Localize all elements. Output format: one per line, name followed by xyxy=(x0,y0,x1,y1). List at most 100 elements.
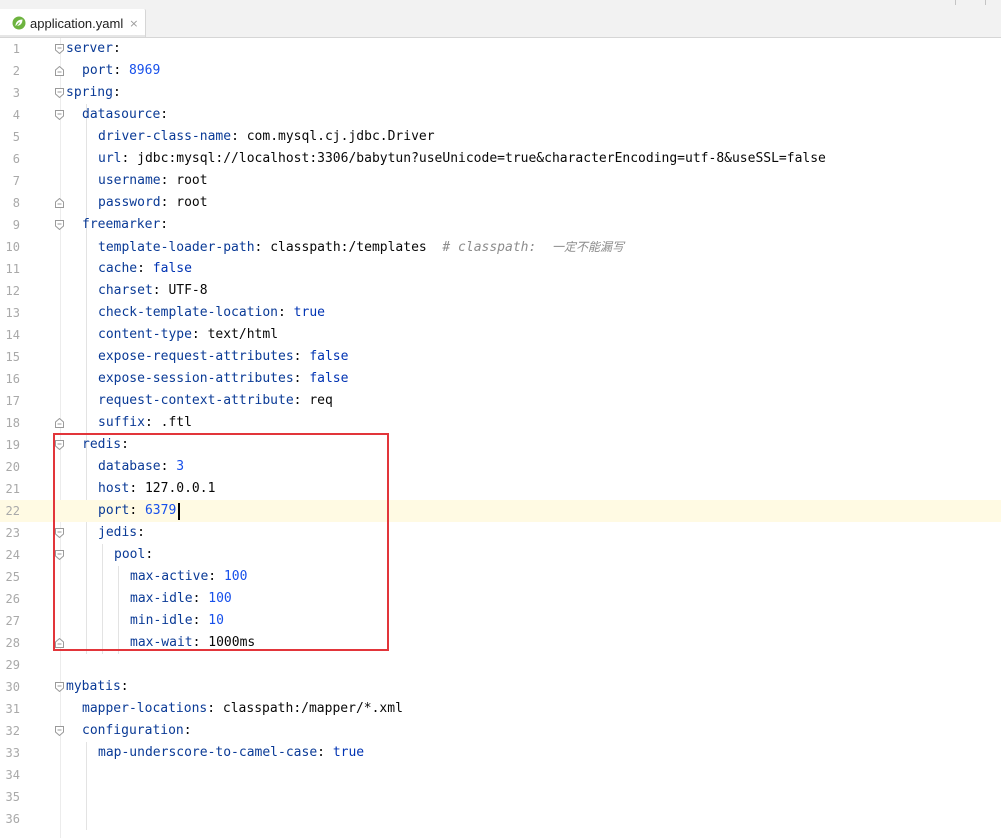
token-k: spring xyxy=(66,85,113,100)
token-num: 8969 xyxy=(128,63,161,78)
code-line[interactable]: 17 request-context-attribute: req xyxy=(0,390,1001,412)
token-p: : xyxy=(317,745,333,760)
code-line[interactable]: 12 charset: UTF-8 xyxy=(0,280,1001,302)
fold-open-icon[interactable] xyxy=(55,220,64,230)
code-text: check-template-location: true xyxy=(98,302,325,324)
code-text: map-underscore-to-camel-case: true xyxy=(98,742,364,764)
code-text: password: root xyxy=(98,192,208,214)
code-text: datasource: xyxy=(82,104,168,126)
line-number: 6 xyxy=(12,152,20,166)
token-v: com.mysql.cj.jdbc.Driver xyxy=(246,129,435,144)
token-bool: false xyxy=(309,349,349,364)
code-text: content-type: text/html xyxy=(98,324,278,346)
code-line[interactable]: 7 username: root xyxy=(0,170,1001,192)
code-line[interactable]: 30 mybatis: xyxy=(0,676,1001,698)
token-p: : xyxy=(160,107,169,122)
line-number: 35 xyxy=(5,790,20,804)
line-number: 21 xyxy=(5,482,20,496)
token-v: root xyxy=(176,195,208,210)
fold-open-icon[interactable] xyxy=(55,726,64,736)
tab-bar-divider xyxy=(985,0,986,5)
fold-close-icon[interactable] xyxy=(55,418,64,428)
token-p: : xyxy=(293,371,310,386)
token-p: : xyxy=(293,393,310,408)
code-line[interactable]: 35 xyxy=(0,786,1001,808)
code-line[interactable]: 2 port: 8969 xyxy=(0,60,1001,82)
token-p: : xyxy=(120,679,129,694)
token-cmt2: 一定不能漏写 xyxy=(551,240,624,254)
code-line[interactable]: 4 datasource: xyxy=(0,104,1001,126)
code-line[interactable]: 15 expose-request-attributes: false xyxy=(0,346,1001,368)
code-line[interactable]: 10 template-loader-path: classpath:/templ… xyxy=(0,236,1001,258)
fold-open-icon[interactable] xyxy=(55,682,64,692)
code-line[interactable]: 9 freemarker: xyxy=(0,214,1001,236)
token-p: : xyxy=(183,723,192,738)
token-k: freemarker xyxy=(82,217,161,232)
code-line[interactable]: 32 configuration: xyxy=(0,720,1001,742)
code-line[interactable]: 6 url: jdbc:mysql://localhost:3306/babytu… xyxy=(0,148,1001,170)
code-line[interactable]: 8 password: root xyxy=(0,192,1001,214)
code-line[interactable]: 31 mapper-locations: classpath:/mapper/*.… xyxy=(0,698,1001,720)
token-k: check-template-location xyxy=(98,305,279,320)
token-p: : xyxy=(160,173,177,188)
line-number: 13 xyxy=(5,306,20,320)
code-line[interactable]: 29 xyxy=(0,654,1001,676)
tab-bar-divider xyxy=(955,0,956,5)
code-line[interactable]: 11 cache: false xyxy=(0,258,1001,280)
code-text: cache: false xyxy=(98,258,192,280)
token-bool: true xyxy=(332,745,365,760)
code-line[interactable]: 1 server: xyxy=(0,38,1001,60)
line-number: 14 xyxy=(5,328,20,342)
code-text: request-context-attribute: req xyxy=(98,390,333,412)
token-v: classpath:/templates xyxy=(270,240,443,255)
fold-open-icon[interactable] xyxy=(55,110,64,120)
code-line[interactable]: 5 driver-class-name: com.mysql.cj.jdbc.Dr… xyxy=(0,126,1001,148)
token-v: req xyxy=(309,393,333,408)
token-p: : xyxy=(160,217,169,232)
code-line[interactable]: 16 expose-session-attributes: false xyxy=(0,368,1001,390)
token-k: request-context-attribute xyxy=(98,393,294,408)
line-number: 22 xyxy=(5,504,20,518)
code-editor[interactable]: 1 server: 2 port: 8969 3 spring: 4 datasource: 5… xyxy=(0,38,1001,838)
code-line[interactable]: 3 spring: xyxy=(0,82,1001,104)
code-text: suffix: .ftl xyxy=(98,412,192,434)
token-k: map-underscore-to-camel-case xyxy=(98,745,318,760)
code-line[interactable]: 18 suffix: .ftl xyxy=(0,412,1001,434)
code-line[interactable]: 14 content-type: text/html xyxy=(0,324,1001,346)
fold-open-icon[interactable] xyxy=(55,44,64,54)
line-number: 11 xyxy=(5,262,20,276)
line-number: 17 xyxy=(5,394,20,408)
token-k: template-loader-path xyxy=(98,240,255,255)
fold-close-icon[interactable] xyxy=(55,198,64,208)
token-bool: true xyxy=(293,305,325,320)
fold-open-icon[interactable] xyxy=(55,88,64,98)
code-line[interactable]: 33 map-underscore-to-camel-case: true xyxy=(0,742,1001,764)
tab-close-icon[interactable]: × xyxy=(129,17,138,30)
line-number: 2 xyxy=(12,64,20,78)
code-line[interactable]: 13 check-template-location: true xyxy=(0,302,1001,324)
token-bool: false xyxy=(309,371,349,386)
token-k: mybatis xyxy=(66,679,121,694)
token-bool: false xyxy=(152,261,192,276)
token-p: : xyxy=(113,63,129,78)
code-text: mapper-locations: classpath:/mapper/*.xm… xyxy=(82,698,403,720)
line-number: 8 xyxy=(12,196,20,210)
tab-application-yaml[interactable]: application.yaml × xyxy=(0,9,146,37)
code-text: username: root xyxy=(98,170,208,192)
code-text: charset: UTF-8 xyxy=(98,280,208,302)
code-line[interactable]: 34 xyxy=(0,764,1001,786)
token-k: configuration xyxy=(82,723,184,738)
line-number: 30 xyxy=(5,680,20,694)
fold-close-icon[interactable] xyxy=(55,66,64,76)
token-p: : xyxy=(191,327,208,342)
token-k: charset xyxy=(98,283,153,298)
token-p: : xyxy=(112,85,121,100)
token-v: UTF-8 xyxy=(168,283,208,298)
line-number: 36 xyxy=(5,812,20,826)
code-text: url: jdbc:mysql://localhost:3306/babytun… xyxy=(98,148,826,170)
code-line[interactable]: 36 xyxy=(0,808,1001,830)
token-k: content-type xyxy=(98,327,192,342)
token-p: : xyxy=(278,305,294,320)
token-k: suffix xyxy=(98,415,145,430)
token-k: expose-request-attributes xyxy=(98,349,294,364)
